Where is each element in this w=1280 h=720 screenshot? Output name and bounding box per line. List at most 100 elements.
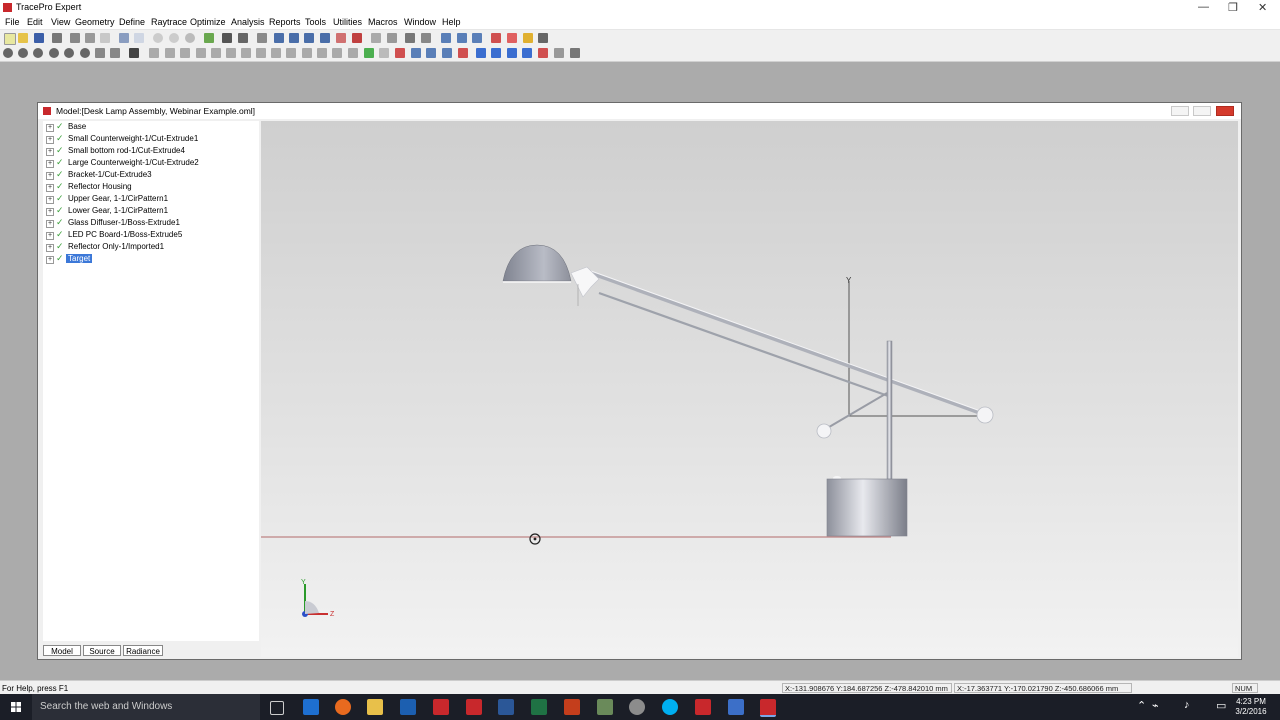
check-icon[interactable]: ✓ bbox=[56, 217, 64, 228]
expand-icon[interactable]: + bbox=[46, 256, 54, 264]
view-normal-icon[interactable] bbox=[302, 48, 312, 58]
context-help-icon[interactable] bbox=[538, 33, 548, 43]
vertical-post[interactable] bbox=[886, 340, 893, 480]
model-close-button[interactable] bbox=[1216, 106, 1234, 116]
undo-icon[interactable] bbox=[119, 33, 129, 43]
check-icon[interactable]: ✓ bbox=[56, 121, 64, 132]
snowflake-app-icon[interactable] bbox=[728, 699, 744, 715]
render-icon[interactable] bbox=[364, 48, 374, 58]
perspective-icon[interactable] bbox=[442, 48, 452, 58]
action-center-icon[interactable]: ▭ bbox=[1216, 699, 1226, 712]
expand-icon[interactable]: + bbox=[46, 148, 54, 156]
view-xy-icon[interactable] bbox=[149, 48, 159, 58]
expand-icon[interactable]: + bbox=[46, 184, 54, 192]
check-icon[interactable]: ✓ bbox=[56, 157, 64, 168]
tab-model[interactable]: Model bbox=[43, 645, 81, 656]
bracket-link[interactable] bbox=[823, 392, 888, 431]
menu-raytrace[interactable]: Raytrace bbox=[151, 17, 187, 27]
tab-radiance[interactable]: Radiance bbox=[123, 645, 163, 656]
scale-icon[interactable] bbox=[472, 33, 482, 43]
check-icon[interactable]: ✓ bbox=[56, 193, 64, 204]
lower-arm-rod[interactable] bbox=[598, 291, 892, 399]
select-surface-icon[interactable] bbox=[238, 33, 248, 43]
fit-view-icon[interactable] bbox=[507, 48, 517, 58]
open-folder-icon[interactable] bbox=[18, 33, 28, 43]
tray-volume-icon[interactable]: ♪ bbox=[1184, 699, 1190, 711]
check-icon[interactable]: ✓ bbox=[56, 181, 64, 192]
file-explorer-icon[interactable] bbox=[367, 699, 383, 715]
menu-edit[interactable]: Edit bbox=[27, 17, 43, 27]
menu-view[interactable]: View bbox=[51, 17, 70, 27]
silhouette-icon[interactable] bbox=[395, 48, 405, 58]
report-icon[interactable] bbox=[491, 33, 501, 43]
menu-file[interactable]: File bbox=[5, 17, 20, 27]
copy-icon[interactable] bbox=[85, 33, 95, 43]
zoom-all-icon[interactable] bbox=[49, 48, 59, 58]
zoom-selection-icon[interactable] bbox=[64, 48, 74, 58]
firefox-icon[interactable] bbox=[335, 699, 351, 715]
zoom-previous-icon[interactable] bbox=[95, 48, 105, 58]
source-grid-icon[interactable] bbox=[336, 33, 346, 43]
analysis-report-icon[interactable] bbox=[507, 33, 517, 43]
model-minimize-button[interactable] bbox=[1171, 106, 1189, 116]
measure-icon[interactable] bbox=[554, 48, 564, 58]
utility-app-icon[interactable] bbox=[597, 699, 613, 715]
print-icon[interactable] bbox=[52, 33, 62, 43]
upper-arm-rod[interactable] bbox=[590, 271, 987, 417]
tracepro-taskbar-icon[interactable] bbox=[433, 699, 449, 715]
tracepro-active-icon[interactable] bbox=[760, 699, 776, 717]
save-icon[interactable] bbox=[34, 33, 44, 43]
word-icon[interactable] bbox=[498, 699, 514, 715]
task-view-icon[interactable] bbox=[270, 701, 284, 715]
check-icon[interactable]: ✓ bbox=[56, 169, 64, 180]
expand-icon[interactable]: + bbox=[46, 220, 54, 228]
view-bottom-icon[interactable] bbox=[348, 48, 358, 58]
minimize-button[interactable]: — bbox=[1198, 1, 1209, 13]
expand-icon[interactable]: + bbox=[46, 172, 54, 180]
expand-icon[interactable]: + bbox=[46, 232, 54, 240]
window-cascade-icon[interactable] bbox=[289, 33, 299, 43]
check-icon[interactable] bbox=[538, 48, 548, 58]
menu-reports[interactable]: Reports bbox=[269, 17, 301, 27]
cylinder-icon[interactable] bbox=[169, 33, 179, 43]
view-rotate-z-icon[interactable] bbox=[286, 48, 296, 58]
check-icon[interactable]: ✓ bbox=[56, 205, 64, 216]
zoom-in-icon[interactable] bbox=[3, 48, 13, 58]
menu-tools[interactable]: Tools bbox=[305, 17, 326, 27]
tray-chevron-icon[interactable]: ⌃ bbox=[1137, 699, 1146, 712]
lamp-base[interactable] bbox=[826, 478, 908, 537]
irradiance-map-icon[interactable] bbox=[371, 33, 381, 43]
axes-icon[interactable] bbox=[476, 48, 486, 58]
redo-icon[interactable] bbox=[134, 33, 144, 43]
sphere-icon[interactable] bbox=[153, 33, 163, 43]
view-zy-icon[interactable] bbox=[211, 48, 221, 58]
light-icon[interactable] bbox=[522, 48, 532, 58]
expand-icon[interactable]: + bbox=[46, 160, 54, 168]
window-tile-h-icon[interactable] bbox=[304, 33, 314, 43]
settings-app-icon[interactable] bbox=[629, 699, 645, 715]
menu-utilities[interactable]: Utilities bbox=[333, 17, 362, 27]
grid-icon[interactable] bbox=[491, 48, 501, 58]
view-iso-icon[interactable] bbox=[241, 48, 251, 58]
shaded-icon[interactable] bbox=[426, 48, 436, 58]
check-icon[interactable]: ✓ bbox=[56, 241, 64, 252]
powerpoint-icon[interactable] bbox=[564, 699, 580, 715]
pick-icon[interactable] bbox=[458, 48, 468, 58]
model-viewport[interactable]: Y Y Z bbox=[261, 121, 1238, 657]
zoom-fit-icon[interactable] bbox=[80, 48, 90, 58]
edge-browser-icon[interactable] bbox=[303, 699, 319, 715]
windows-start-icon[interactable] bbox=[0, 694, 32, 720]
torus-icon[interactable] bbox=[185, 33, 195, 43]
expand-icon[interactable]: + bbox=[46, 208, 54, 216]
solidworks-icon[interactable] bbox=[466, 699, 482, 715]
view-yx-icon[interactable] bbox=[196, 48, 206, 58]
menu-help[interactable]: Help bbox=[442, 17, 461, 27]
menu-analysis[interactable]: Analysis bbox=[231, 17, 265, 27]
view-zx-icon[interactable] bbox=[226, 48, 236, 58]
skype-icon[interactable] bbox=[662, 699, 678, 715]
raytrace-icon[interactable] bbox=[204, 33, 214, 43]
check-icon[interactable]: ✓ bbox=[56, 133, 64, 144]
properties-icon[interactable] bbox=[257, 33, 267, 43]
small-counterweight[interactable] bbox=[816, 423, 832, 439]
paste-icon[interactable] bbox=[100, 33, 110, 43]
